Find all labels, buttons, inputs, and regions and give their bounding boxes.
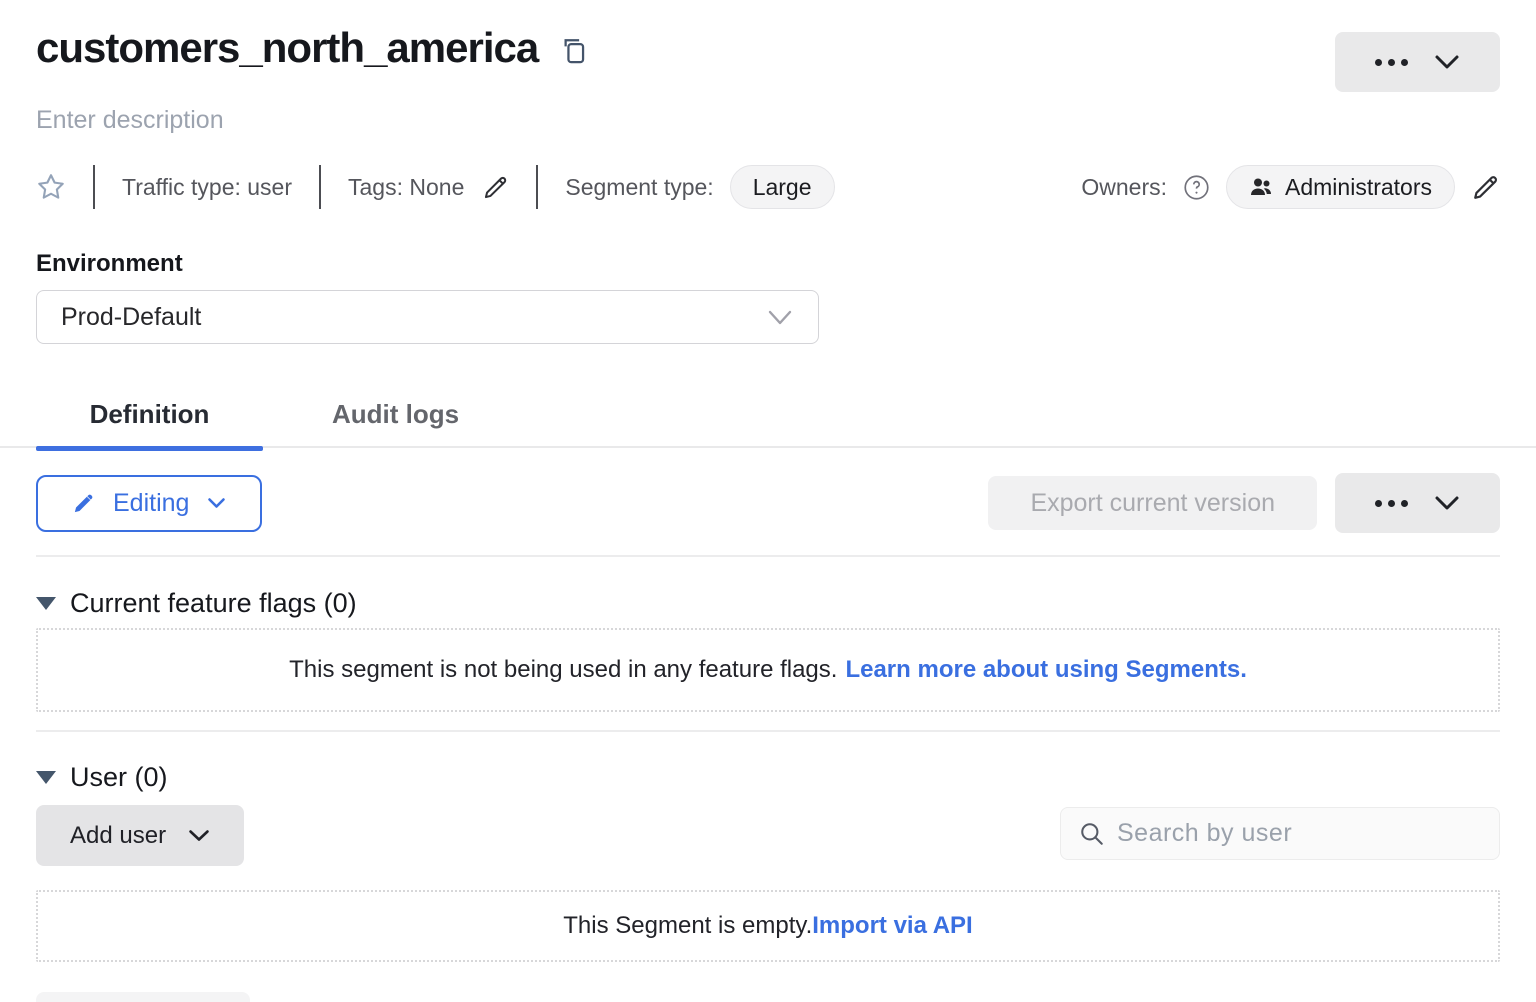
search-user-box <box>1060 807 1500 860</box>
chevron-down-icon <box>207 497 226 509</box>
segment-detail-page: customers_north_america Enter descriptio… <box>0 0 1536 1002</box>
copy-name-button[interactable] <box>560 37 587 67</box>
edit-tags-button[interactable] <box>482 174 509 201</box>
user-empty-box: This Segment is empty. Import via API <box>36 890 1500 962</box>
chevron-down-icon <box>1434 495 1460 511</box>
editing-label: Editing <box>113 489 189 518</box>
chevron-down-icon <box>188 829 210 842</box>
environment-select[interactable]: Prod-Default <box>36 290 819 344</box>
add-user-button[interactable]: Add user <box>36 805 244 866</box>
environment-label: Environment <box>36 250 183 278</box>
user-empty-text: This Segment is empty. <box>563 912 812 940</box>
user-section-header[interactable]: User (0) <box>36 762 168 793</box>
ellipsis-icon <box>1375 500 1408 507</box>
meta-divider <box>319 165 321 209</box>
pencil-icon <box>482 174 509 201</box>
toolbar: Editing Export current version <box>36 473 1500 533</box>
cutoff-bottom-button[interactable] <box>36 992 250 1002</box>
feature-flags-section-header[interactable]: Current feature flags (0) <box>36 588 357 619</box>
tab-definition[interactable]: Definition <box>36 382 263 446</box>
add-user-label: Add user <box>70 822 166 850</box>
section-divider <box>36 730 1500 732</box>
owners-label: Owners: <box>1081 174 1167 201</box>
learn-more-link[interactable]: Learn more about using Segments. <box>845 656 1246 684</box>
chevron-down-icon <box>766 309 794 326</box>
search-user-input[interactable] <box>1117 819 1481 848</box>
edit-owners-button[interactable] <box>1471 173 1500 202</box>
favorite-button[interactable] <box>36 172 66 202</box>
triangle-down-icon <box>36 597 56 610</box>
import-api-link[interactable]: Import via API <box>812 912 972 940</box>
meta-divider <box>536 165 538 209</box>
ellipsis-icon <box>1375 59 1408 66</box>
pencil-icon <box>1471 173 1500 202</box>
section-divider <box>36 555 1500 557</box>
traffic-type-label: Traffic type: user <box>122 174 292 201</box>
tab-audit-logs[interactable]: Audit logs <box>263 382 528 446</box>
tags-label: Tags: None <box>348 174 464 201</box>
header-more-button[interactable] <box>1335 32 1500 92</box>
editing-dropdown-button[interactable]: Editing <box>36 475 262 532</box>
chevron-down-icon <box>1434 54 1460 70</box>
people-icon <box>1249 176 1273 198</box>
toolbar-more-button[interactable] <box>1335 473 1500 533</box>
owners-group: Owners: <box>1081 165 1500 209</box>
feature-flags-empty-box: This segment is not being used in any fe… <box>36 628 1500 712</box>
user-heading: User (0) <box>70 762 168 793</box>
export-version-button[interactable]: Export current version <box>988 476 1317 530</box>
meta-divider <box>93 165 95 209</box>
meta-row: Traffic type: user Tags: None Segment ty… <box>36 165 1500 209</box>
page-title: customers_north_america <box>36 24 538 72</box>
segment-type-badge: Large <box>730 165 835 209</box>
toolbar-right: Export current version <box>988 473 1500 533</box>
copy-icon <box>560 37 587 67</box>
owners-badge: Administrators <box>1226 165 1455 209</box>
star-icon <box>36 172 66 202</box>
feature-flags-empty-text: This segment is not being used in any fe… <box>289 656 837 684</box>
description-placeholder[interactable]: Enter description <box>36 106 224 135</box>
triangle-down-icon <box>36 771 56 784</box>
tab-bar: Definition Audit logs <box>0 382 1536 448</box>
help-circle-icon <box>1183 174 1210 201</box>
segment-type-label: Segment type: <box>565 174 713 201</box>
owners-help-button[interactable] <box>1183 174 1210 201</box>
owners-value: Administrators <box>1285 174 1432 201</box>
header: customers_north_america <box>36 24 1500 72</box>
environment-value: Prod-Default <box>61 303 766 332</box>
feature-flags-heading: Current feature flags (0) <box>70 588 357 619</box>
search-icon <box>1079 821 1105 847</box>
pencil-filled-icon <box>72 492 95 515</box>
